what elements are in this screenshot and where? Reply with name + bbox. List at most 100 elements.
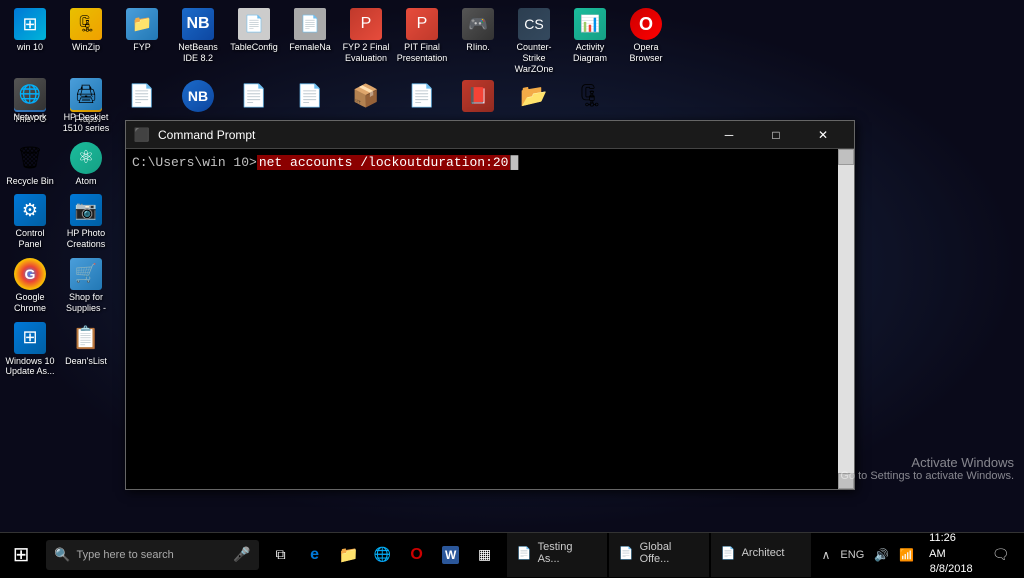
taskbar-item-testing[interactable]: 📄 Testing As... bbox=[507, 533, 607, 577]
notification-area-chevron[interactable]: ∧ bbox=[819, 548, 834, 562]
taskbar-item-architect[interactable]: 📄 Architect bbox=[711, 533, 811, 577]
search-placeholder: Type here to search bbox=[77, 549, 174, 561]
fyp-icon: 📁 bbox=[126, 8, 158, 40]
desktop-icon-win10[interactable]: ⊞ win 10 bbox=[2, 4, 58, 78]
desktop-icon-chrome[interactable]: G Google Chrome bbox=[2, 254, 58, 318]
activity-icon: 📊 bbox=[574, 8, 606, 40]
atom-label: Atom bbox=[75, 176, 96, 187]
taskbar-item-architect-label: Architect bbox=[742, 547, 785, 559]
opera-label: Opera Browser bbox=[620, 42, 672, 64]
hpdeskjet-label: HP Deskjet 1510 series bbox=[60, 112, 112, 134]
pit-icon: P bbox=[406, 8, 438, 40]
fileexplorer-button[interactable]: 📁 bbox=[333, 533, 365, 577]
desktop-icon-counter[interactable]: CS Counter-Strike WarZOne bbox=[506, 4, 562, 78]
femalena-label: FemaleNa bbox=[289, 42, 331, 53]
cmd-scroll-down[interactable]: ▼ bbox=[838, 473, 854, 489]
recyclebin-icon: 🗑 bbox=[14, 142, 46, 174]
cmd-scroll-up[interactable]: ▲ bbox=[838, 149, 854, 165]
word-taskbar-icon: W bbox=[442, 546, 459, 564]
taskbar-actions: ⧉ e 📁 🌐 O W ▦ bbox=[265, 533, 501, 577]
chrome-label: Google Chrome bbox=[4, 292, 56, 314]
desktop-icon-opera[interactable]: O Opera Browser bbox=[618, 4, 674, 78]
cmd-controls: ─ □ ✕ bbox=[706, 121, 846, 149]
multiwindow-button[interactable]: ▦ bbox=[469, 533, 501, 577]
task-view-icon: ⧉ bbox=[276, 546, 286, 563]
desktop-icon-shopforsupp[interactable]: 🛒 Shop for Supplies - bbox=[58, 254, 114, 318]
taskbar-item-testing-label: Testing As... bbox=[538, 541, 597, 565]
cmd-close-button[interactable]: ✕ bbox=[800, 121, 846, 149]
netbeans-icon: NB bbox=[182, 8, 214, 40]
netbeans-label: NetBeans IDE 8.2 bbox=[172, 42, 224, 64]
desktop-icon-hpdeskjet[interactable]: 🖨 HP Deskjet 1510 series bbox=[58, 74, 114, 138]
taskbar-right: ∧ ENG 🔊 📶 11:26 AM 8/8/2018 🗨 bbox=[811, 531, 1024, 577]
taskbar-items: 📄 Testing As... 📄 Global Offe... 📄 Archi… bbox=[507, 533, 811, 577]
search-bar[interactable]: 🔍 Type here to search 🎤 bbox=[46, 540, 258, 570]
desktop-icon-recyclebin[interactable]: 🗑 Recycle Bin bbox=[2, 138, 58, 191]
desktop-icon-riino[interactable]: 🎮 RIino. bbox=[450, 4, 506, 78]
word-taskbar-button[interactable]: W bbox=[435, 533, 467, 577]
activate-line1: Activate Windows bbox=[840, 455, 1014, 470]
netbeans2-icon: NB bbox=[182, 80, 214, 112]
chrome-taskbar-icon: 🌐 bbox=[374, 546, 391, 563]
cmd-content[interactable]: C:\Users\win 10> net accounts /lockoutdu… bbox=[126, 149, 854, 489]
taskbar-item-global-label: Global Offe... bbox=[640, 541, 699, 565]
volume-icon[interactable]: 🔊 bbox=[871, 548, 892, 562]
opera-icon: O bbox=[630, 8, 662, 40]
taskbar-item-global[interactable]: 📄 Global Offe... bbox=[609, 533, 709, 577]
doc1-icon: 📄 bbox=[126, 80, 158, 112]
pit-label: PIT Final Presentation bbox=[396, 42, 448, 64]
cmd-titlebar: ⬛ Command Prompt ─ □ ✕ bbox=[126, 121, 854, 149]
cmd-window: ⬛ Command Prompt ─ □ ✕ C:\Users\win 10> … bbox=[125, 120, 855, 490]
desktop: ⊞ win 10 🗜 WinZip 📁 FYP NB NetBeans IDE … bbox=[0, 0, 1024, 532]
desktop-icon-win10update[interactable]: ⊞ Windows 10 Update As... bbox=[2, 318, 58, 382]
desktop-icon-fyp2[interactable]: P FYP 2 Final Evaluation bbox=[338, 4, 394, 78]
task-view-button[interactable]: ⧉ bbox=[265, 533, 297, 577]
taskbar-item-global-icon: 📄 bbox=[619, 546, 634, 560]
cmd-cursor: █ bbox=[510, 155, 518, 170]
winzip-label: WinZip bbox=[72, 42, 100, 53]
riino-label: RIino. bbox=[466, 42, 490, 53]
desktop-icon-fyp[interactable]: 📁 FYP bbox=[114, 4, 170, 78]
tableconfig-icon: 📄 bbox=[238, 8, 270, 40]
atom-icon: ⚛ bbox=[70, 142, 102, 174]
activity-label: Activity Diagram bbox=[564, 42, 616, 64]
shopforsupp-label: Shop for Supplies - bbox=[60, 292, 112, 314]
desktop-icon-winzip[interactable]: 🗜 WinZip bbox=[58, 4, 114, 78]
notification-icon: 🗨 bbox=[992, 546, 1010, 563]
white1-icon: 📄 bbox=[406, 80, 438, 112]
cmd-title-text: Command Prompt bbox=[158, 128, 706, 142]
desktop-icon-activity[interactable]: 📊 Activity Diagram bbox=[562, 4, 618, 78]
cmd-maximize-button[interactable]: □ bbox=[753, 121, 799, 149]
desktop-icon-network[interactable]: 🌐 Network bbox=[2, 74, 58, 138]
language-icon[interactable]: ENG bbox=[837, 549, 867, 561]
doc2-icon: 📄 bbox=[238, 80, 270, 112]
recyclebin-label: Recycle Bin bbox=[6, 176, 54, 187]
desktop-icon-deans[interactable]: 📋 Dean'sList bbox=[58, 318, 114, 382]
taskbar-item-testing-icon: 📄 bbox=[517, 546, 532, 560]
desktop-icon-pit[interactable]: P PIT Final Presentation bbox=[394, 4, 450, 78]
desktop-icon-femalena[interactable]: 📄 FemaleNa bbox=[282, 4, 338, 78]
desktop-icon-controlpanel[interactable]: ⚙ Control Panel bbox=[2, 190, 58, 254]
controlpanel-label: Control Panel bbox=[4, 228, 56, 250]
win10update-icon: ⊞ bbox=[14, 322, 46, 354]
fyp2-label: FYP 2 Final Evaluation bbox=[340, 42, 392, 64]
left-column-icons: 🌐 Network 🖨 HP Deskjet 1510 series 🗑 Rec… bbox=[2, 74, 114, 381]
cmd-scrollbar[interactable]: ▲ ▼ bbox=[838, 149, 854, 489]
cmd-prompt-line: C:\Users\win 10> net accounts /lockoutdu… bbox=[132, 155, 848, 170]
desktop-icon-tableconfig[interactable]: 📄 TableConfig bbox=[226, 4, 282, 78]
notification-button[interactable]: 🗨 bbox=[985, 533, 1016, 577]
desktop-icon-netbeans[interactable]: NB NetBeans IDE 8.2 bbox=[170, 4, 226, 78]
desktop-icon-hpphoto[interactable]: 📷 HP Photo Creations bbox=[58, 190, 114, 254]
taskbar-clock[interactable]: 11:26 AM 8/8/2018 bbox=[921, 531, 981, 577]
tableconfig-label: TableConfig bbox=[230, 42, 278, 53]
cmd-scroll-track[interactable] bbox=[838, 165, 854, 473]
network-taskbar-icon[interactable]: 📶 bbox=[896, 548, 917, 562]
opera-taskbar-button[interactable]: O bbox=[401, 533, 433, 577]
start-button[interactable]: ⊞ bbox=[0, 533, 42, 577]
cmd-minimize-button[interactable]: ─ bbox=[706, 121, 752, 149]
edge-button[interactable]: e bbox=[299, 533, 331, 577]
desktop-icon-atom[interactable]: ⚛ Atom bbox=[58, 138, 114, 191]
shopforsupp-icon: 🛒 bbox=[70, 258, 102, 290]
chrome-taskbar-button[interactable]: 🌐 bbox=[367, 533, 399, 577]
search-icon: 🔍 bbox=[54, 547, 70, 563]
